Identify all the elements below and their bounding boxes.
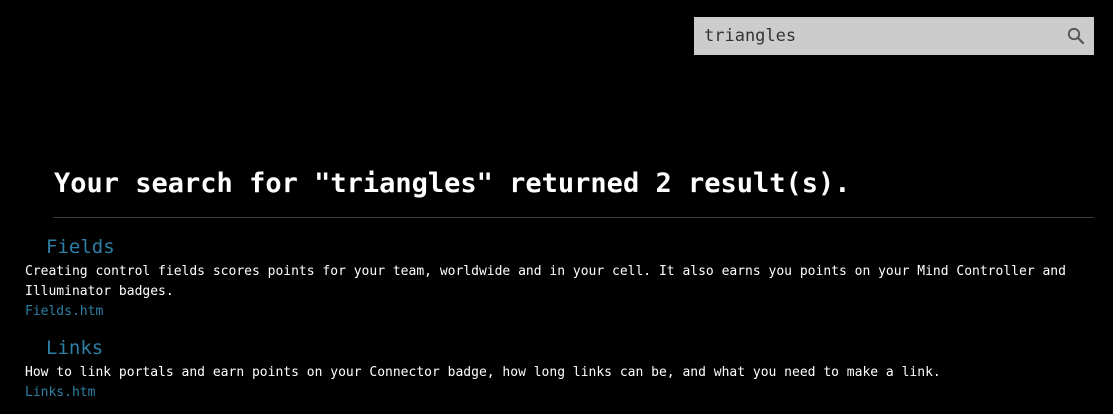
result-description: How to link portals and earn points on y…: [25, 365, 941, 380]
result-url-link[interactable]: Fields.htm: [25, 302, 1100, 322]
result-url-link[interactable]: Links.htm: [25, 383, 1100, 403]
divider: [53, 217, 1094, 218]
search-box: [694, 17, 1094, 55]
search-result: Fields Creating control fields scores po…: [25, 235, 1100, 322]
search-results-page: Your search for "triangles" returned 2 r…: [0, 0, 1113, 414]
search-result: Links How to link portals and earn point…: [25, 336, 1100, 403]
result-title-link[interactable]: Fields: [46, 235, 1100, 259]
result-title-link[interactable]: Links: [46, 336, 1100, 360]
result-description: Creating control fields scores points fo…: [25, 264, 1066, 299]
search-icon[interactable]: [1066, 26, 1086, 46]
search-input[interactable]: [694, 17, 1054, 55]
results-heading: Your search for "triangles" returned 2 r…: [54, 168, 851, 199]
